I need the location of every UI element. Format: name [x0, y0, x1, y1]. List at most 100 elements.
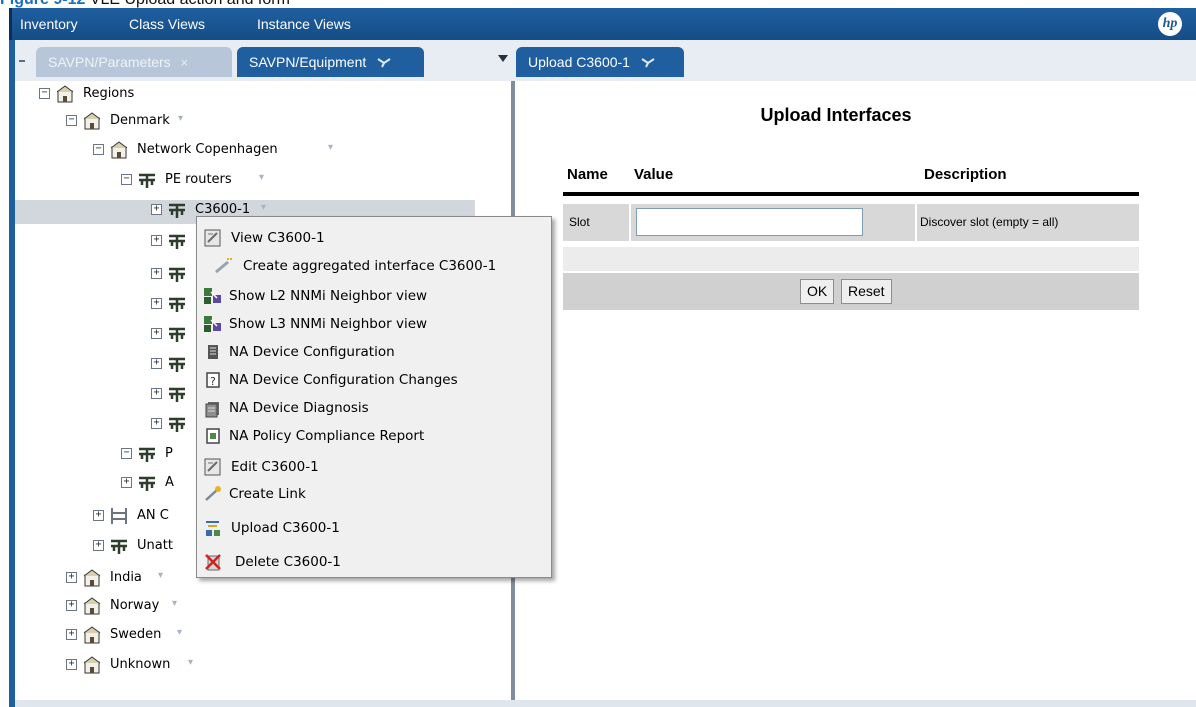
- tree-node-label: P: [165, 446, 173, 461]
- tree-node-label: Unknown: [110, 657, 171, 672]
- cell-divider: [629, 204, 631, 241]
- hp-logo: hp: [1158, 12, 1182, 36]
- building-icon: [83, 112, 101, 130]
- collapse-toggle-icon[interactable]: −: [93, 144, 104, 155]
- edit-icon: [204, 458, 221, 476]
- collapse-icon[interactable]: [19, 60, 25, 62]
- menu-instance-views[interactable]: Instance Views: [257, 16, 351, 32]
- device-diagnosis-icon: [205, 402, 219, 418]
- menu-item-label: Edit C3600-1: [231, 459, 319, 475]
- tree-node-label: Network Copenhagen: [137, 142, 278, 157]
- expand-toggle-icon[interactable]: +: [151, 298, 162, 309]
- collapse-toggle-icon[interactable]: −: [39, 88, 50, 99]
- building-icon: [83, 569, 101, 587]
- chevron-down-icon[interactable]: ▾: [259, 172, 264, 183]
- expand-toggle-icon[interactable]: +: [93, 510, 104, 521]
- menu-item-label: Show L3 NNMi Neighbor view: [229, 316, 428, 332]
- reset-button[interactable]: Reset: [841, 279, 892, 304]
- tree-node-label: C3600-1: [195, 202, 251, 217]
- slot-description: Discover slot (empty = all): [920, 215, 1059, 229]
- expand-toggle-icon[interactable]: +: [66, 629, 77, 640]
- top-menu-bar: Inventory Class Views Instance Views hp: [9, 8, 1196, 40]
- slot-input[interactable]: [636, 208, 863, 236]
- expand-toggle-icon[interactable]: +: [66, 572, 77, 583]
- expand-toggle-icon[interactable]: +: [151, 418, 162, 429]
- tree-node-label: AN C: [137, 508, 169, 523]
- configuration-changes-icon: ?: [206, 372, 220, 388]
- expand-toggle-icon[interactable]: +: [121, 477, 132, 488]
- collapse-toggle-icon[interactable]: −: [66, 115, 77, 126]
- chevron-down-icon[interactable]: ▾: [178, 113, 183, 124]
- figure-caption-text: VLE Upload action and form: [90, 0, 290, 8]
- tree-node-label: Unatt: [137, 538, 173, 553]
- expand-toggle-icon[interactable]: +: [151, 388, 162, 399]
- close-icon[interactable]: ×: [181, 55, 189, 70]
- column-header-value: Value: [634, 166, 674, 183]
- tab-label: SAVPN/Parameters: [48, 54, 171, 70]
- expand-toggle-icon[interactable]: +: [151, 204, 162, 215]
- chevron-down-icon[interactable]: ▾: [158, 570, 163, 581]
- chevron-down-icon[interactable]: ▾: [261, 202, 266, 213]
- cell-divider: [915, 204, 917, 241]
- chevron-down-icon[interactable]: ▾: [177, 627, 182, 638]
- tree-node-label: Norway: [110, 598, 160, 613]
- form-spacer-row: [563, 247, 1139, 271]
- expand-toggle-icon[interactable]: +: [151, 328, 162, 339]
- upload-icon: [206, 521, 220, 536]
- form-title: Upload Interfaces: [760, 105, 912, 125]
- building-icon: [56, 85, 74, 103]
- expand-toggle-icon[interactable]: +: [66, 659, 77, 670]
- menu-item-label: NA Device Diagnosis: [229, 400, 369, 416]
- chevron-down-icon[interactable]: [498, 55, 508, 62]
- nnmi-neighbor-icon: [204, 316, 221, 332]
- router-icon: [169, 297, 185, 312]
- menu-item-label: Create Link: [229, 486, 306, 502]
- form-button-row: OK Reset: [563, 273, 1139, 310]
- menu-item-label: NA Device Configuration: [229, 344, 395, 360]
- form-row-slot: Slot Discover slot (empty = all): [563, 204, 1139, 241]
- column-header-description: Description: [924, 166, 1007, 183]
- router-icon: [169, 417, 185, 432]
- expand-toggle-icon[interactable]: +: [151, 358, 162, 369]
- bottom-frame-edge: [15, 700, 1196, 707]
- create-link-icon: [205, 486, 221, 501]
- menu-class-views[interactable]: Class Views: [129, 16, 205, 32]
- menu-item-label: NA Device Configuration Changes: [229, 372, 458, 388]
- router-icon: [169, 267, 185, 282]
- column-header-name: Name: [567, 166, 608, 183]
- expand-toggle-icon[interactable]: +: [66, 600, 77, 611]
- collapse-toggle-icon[interactable]: −: [121, 448, 132, 459]
- expand-toggle-icon[interactable]: +: [151, 235, 162, 246]
- expand-toggle-icon[interactable]: +: [151, 268, 162, 279]
- header-divider: [563, 192, 1139, 196]
- router-icon: [169, 387, 185, 402]
- svg-text:?: ?: [210, 375, 216, 388]
- tab-label: SAVPN/Equipment: [249, 54, 367, 70]
- tree-node-label: PE routers: [165, 172, 232, 187]
- collapse-toggle-icon[interactable]: −: [121, 174, 132, 185]
- ok-button[interactable]: OK: [800, 279, 835, 304]
- menu-item-label: Show L2 NNMi Neighbor view: [229, 288, 428, 304]
- menu-inventory[interactable]: Inventory: [20, 16, 78, 32]
- pin-icon[interactable]: [376, 56, 392, 68]
- menu-item-label: NA Policy Compliance Report: [229, 428, 425, 444]
- building-icon: [110, 141, 128, 159]
- router-icon: [139, 447, 155, 462]
- building-icon: [83, 626, 101, 644]
- compliance-report-icon: [206, 428, 220, 444]
- pin-icon[interactable]: [640, 56, 656, 68]
- router-icon: [169, 203, 185, 218]
- chevron-down-icon[interactable]: ▾: [328, 142, 333, 153]
- chevron-down-icon[interactable]: ▾: [172, 598, 177, 609]
- device-configuration-icon: [208, 345, 218, 359]
- tab-savpn-equipment[interactable]: SAVPN/Equipment: [237, 47, 424, 77]
- figure-label: Figure 9-12: [0, 0, 85, 8]
- tab-upload-c3600[interactable]: Upload C3600-1: [516, 47, 684, 77]
- expand-toggle-icon[interactable]: +: [93, 540, 104, 551]
- tree-node-label: India: [110, 570, 142, 585]
- tab-savpn-parameters[interactable]: SAVPN/Parameters ×: [36, 47, 232, 77]
- tree-node-label: Regions: [83, 86, 135, 101]
- router-icon: [111, 539, 127, 554]
- chevron-down-icon[interactable]: ▾: [188, 657, 193, 668]
- access-network-icon: [111, 508, 127, 524]
